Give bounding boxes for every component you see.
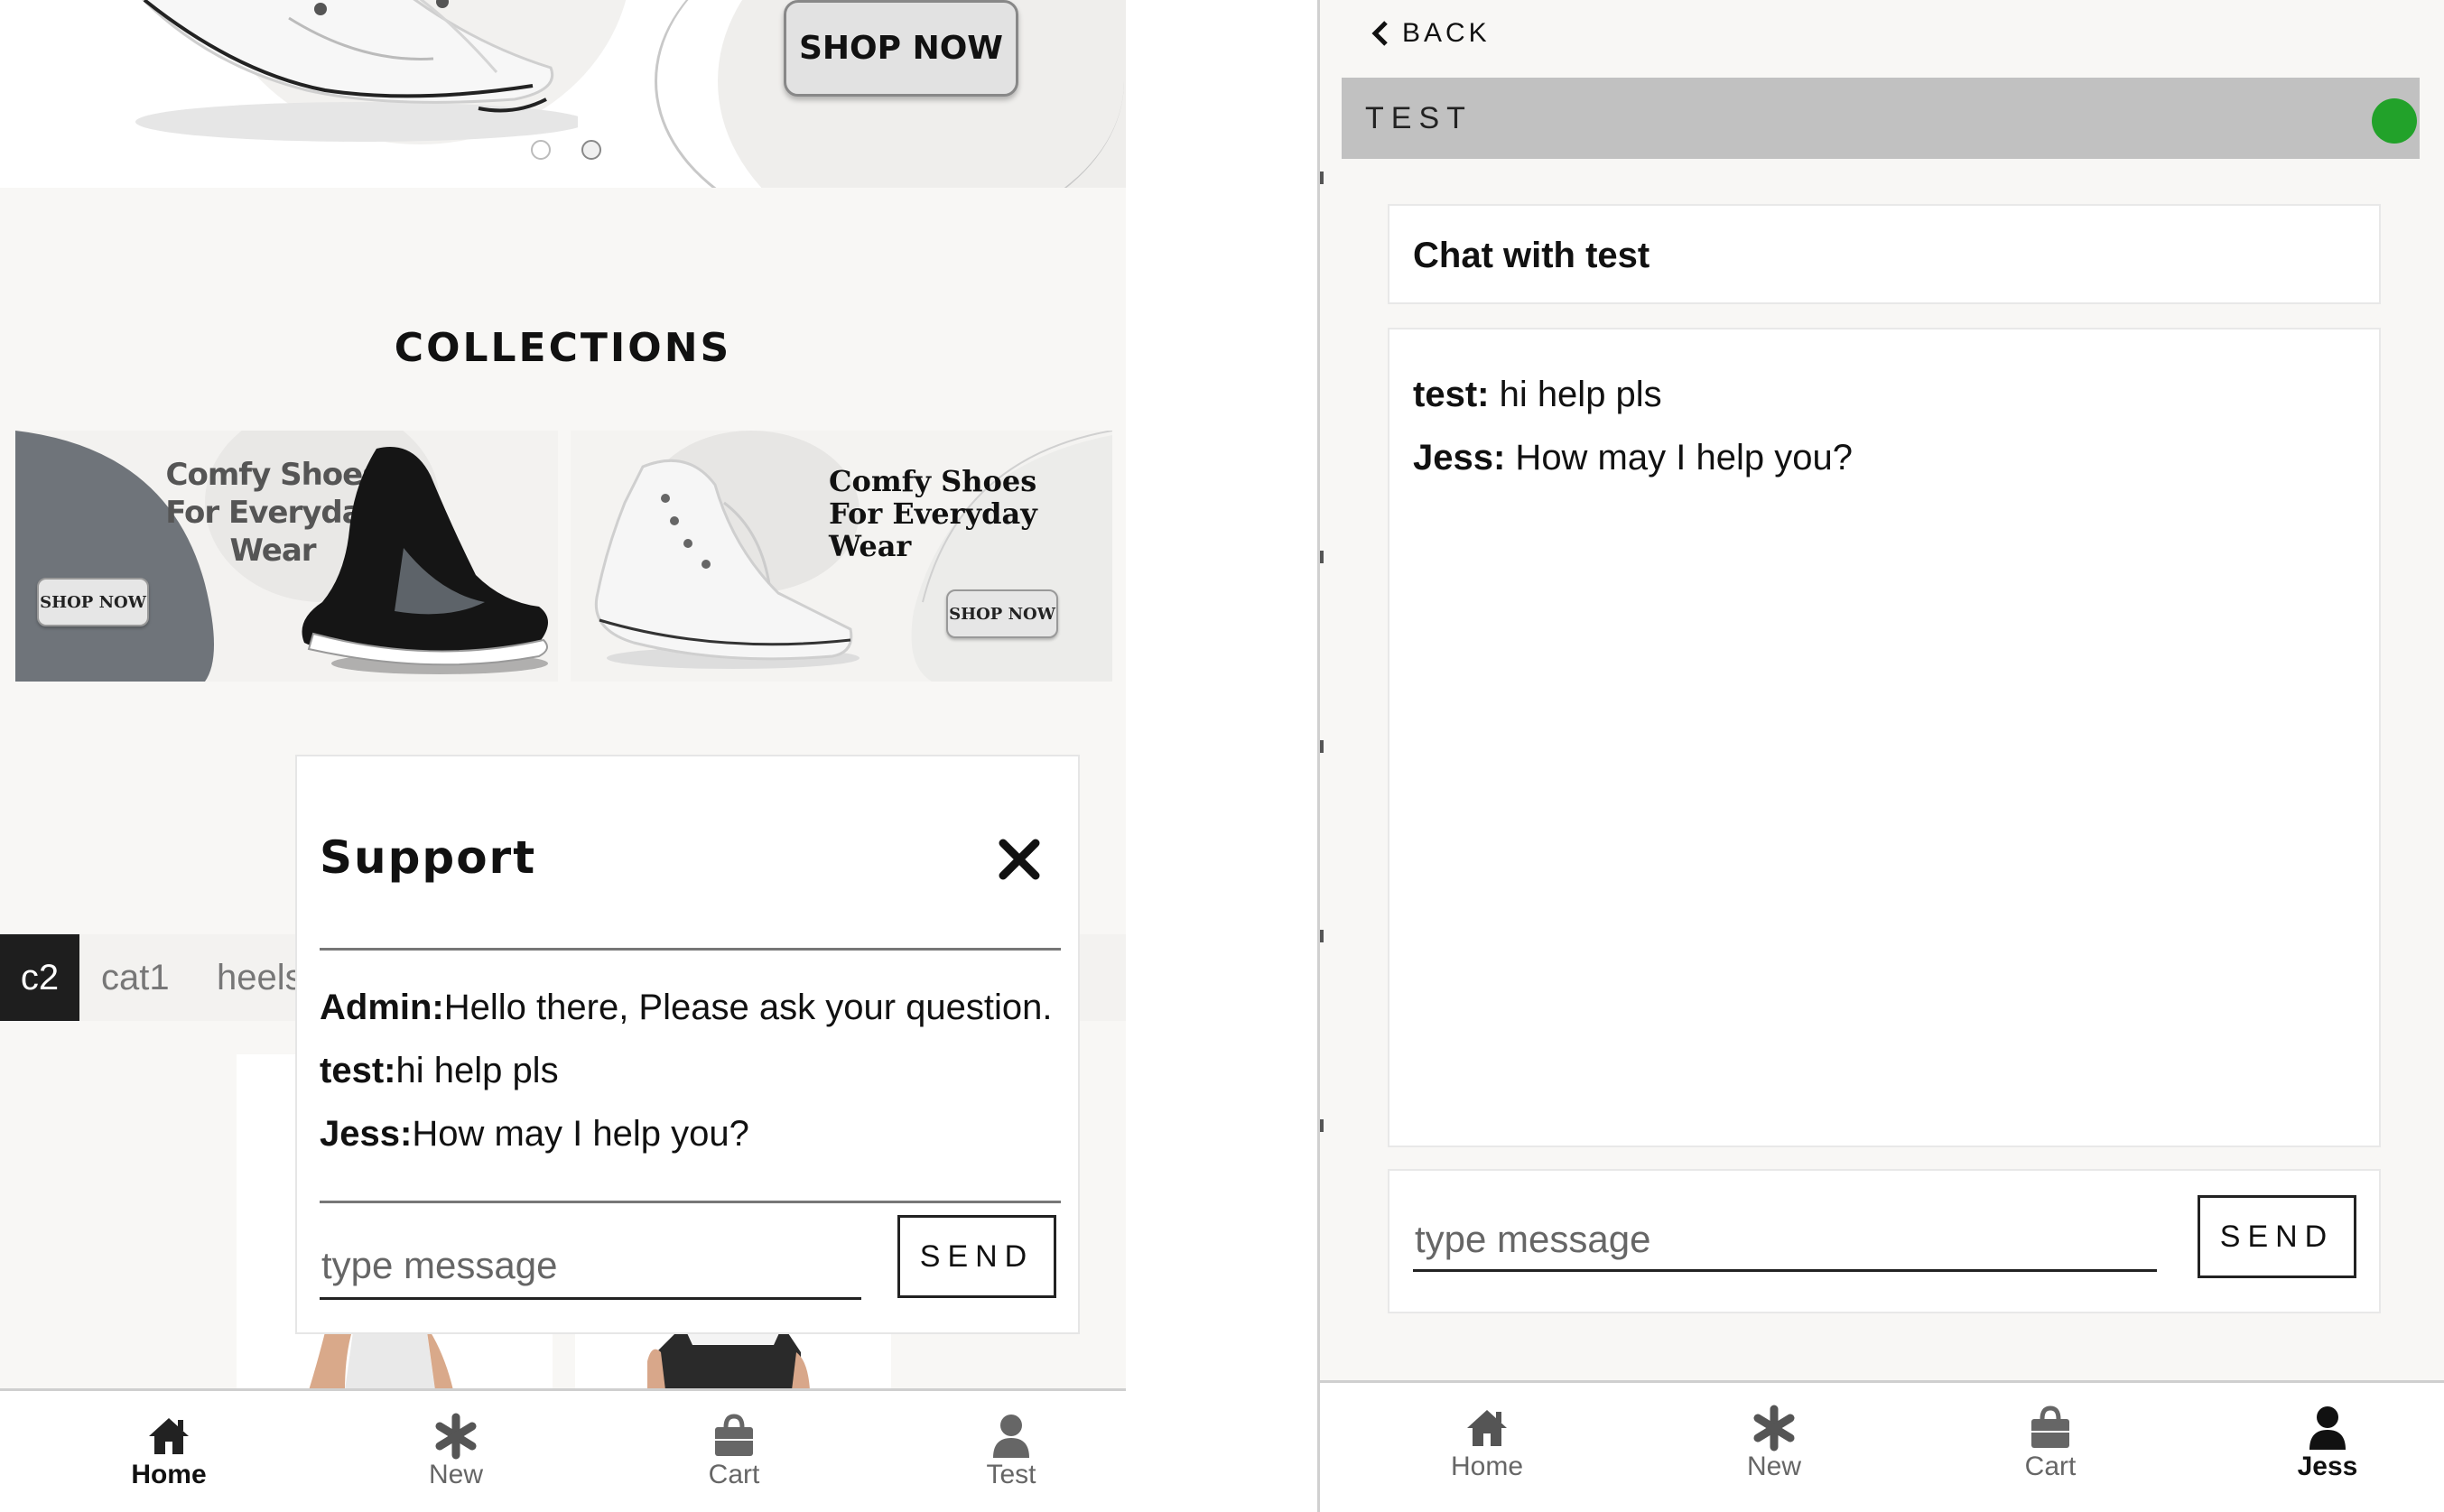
- app-root: SHOP NOW COLLECTIONS Comfy Shoes For Eve…: [0, 0, 2444, 1512]
- message-sender: test:: [320, 1051, 396, 1090]
- bottom-navigation: Home New Cart Jess: [1320, 1380, 2444, 1512]
- message-text: hi help pls: [1489, 375, 1662, 414]
- category-tab-c2[interactable]: c2: [0, 934, 79, 1021]
- banner-tagline-line: For Everyday: [829, 496, 1037, 531]
- support-message-input[interactable]: [320, 1233, 861, 1300]
- shop-home-panel: SHOP NOW COLLECTIONS Comfy Shoes For Eve…: [0, 0, 1126, 1512]
- shopping-bag-icon: [2031, 1405, 2069, 1448]
- message-text: Hello there, Please ask your question.: [443, 988, 1053, 1027]
- nav-label: Cart: [2024, 1452, 2077, 1481]
- chat-header-title: TEST: [1365, 100, 1473, 135]
- support-chat-dialog: Support Admin:Hello there, Please ask yo…: [295, 755, 1080, 1334]
- chat-title-card: Chat with test: [1388, 204, 2381, 304]
- asterisk-icon: [1753, 1405, 1795, 1452]
- category-tab-cat1[interactable]: cat1: [101, 934, 170, 1021]
- nav-new[interactable]: New: [1702, 1405, 1846, 1482]
- carousel-dot-active[interactable]: [581, 140, 601, 160]
- support-message: test:hi help pls: [320, 1051, 559, 1091]
- user-icon: [2309, 1406, 2346, 1450]
- home-icon: [149, 1418, 189, 1454]
- banner-2-shop-now-button[interactable]: SHOP NOW: [946, 589, 1058, 638]
- divider: [320, 1201, 1061, 1203]
- chat-message-input[interactable]: [1413, 1209, 2157, 1272]
- white-high-top-sneaker-image: [594, 459, 860, 669]
- chat-send-button[interactable]: SEND: [2198, 1195, 2356, 1278]
- banner-tagline-line: Comfy Shoes: [829, 464, 1037, 498]
- nav-label: New: [428, 1460, 483, 1489]
- nav-profile[interactable]: Test: [939, 1413, 1083, 1490]
- collections-heading: COLLECTIONS: [394, 325, 732, 371]
- banner-tagline-line: Wear: [829, 529, 912, 563]
- carousel-dot[interactable]: [531, 140, 551, 160]
- nav-profile[interactable]: Jess: [2255, 1405, 2400, 1482]
- collection-banner-2[interactable]: Comfy Shoes For Everyday Wear SHOP NOW: [571, 431, 1112, 682]
- nav-label: Home: [131, 1460, 207, 1489]
- chat-composer: SEND: [1388, 1169, 2381, 1313]
- nav-label: Jess: [2297, 1452, 2358, 1481]
- online-status-indicator: [2372, 98, 2417, 144]
- scroll-marker: [1320, 740, 1324, 753]
- hero-shop-now-button[interactable]: SHOP NOW: [784, 0, 1018, 97]
- chat-title: Chat with test: [1413, 236, 1650, 275]
- product-model-image: [647, 1325, 810, 1390]
- banner-2-tagline: Comfy Shoes For Everyday Wear: [829, 465, 1037, 562]
- nav-home[interactable]: Home: [1415, 1405, 1559, 1482]
- nav-label: Test: [986, 1460, 1036, 1489]
- support-dialog-title: Support: [320, 831, 537, 884]
- scroll-marker: [1320, 172, 1324, 184]
- shopping-bag-icon: [715, 1414, 753, 1456]
- nav-cart[interactable]: Cart: [1978, 1405, 2123, 1482]
- message-text: hi help pls: [395, 1051, 559, 1090]
- hero-banner: SHOP NOW: [0, 0, 1126, 188]
- message-sender: Jess:: [320, 1114, 413, 1154]
- nav-label: Home: [1450, 1452, 1524, 1481]
- back-label: BACK: [1402, 18, 1491, 48]
- admin-chat-panel: BACK TEST Chat with test test: hi help p…: [1320, 0, 2444, 1512]
- back-button[interactable]: BACK: [1370, 13, 1491, 54]
- bottom-navigation: Home New Cart Test: [0, 1388, 1126, 1512]
- divider: [320, 948, 1061, 951]
- nav-home[interactable]: Home: [97, 1413, 241, 1490]
- chat-messages-area[interactable]: test: hi help pls Jess: How may I help y…: [1388, 328, 2381, 1147]
- category-tab-heels[interactable]: heels: [217, 934, 303, 1021]
- message-sender: Jess:: [1413, 438, 1506, 478]
- scroll-marker: [1320, 930, 1324, 942]
- message-sender: test:: [1413, 375, 1490, 414]
- nav-cart[interactable]: Cart: [662, 1413, 806, 1490]
- support-message: Admin:Hello there, Please ask your quest…: [320, 988, 1052, 1028]
- black-sneaker-image: [302, 447, 548, 674]
- home-icon: [1467, 1410, 1507, 1446]
- chat-header-bar: TEST: [1342, 78, 2420, 159]
- chat-message: test: hi help pls: [1413, 375, 1662, 415]
- hero-sneaker-image: [135, 0, 578, 142]
- chevron-left-icon: [1371, 21, 1388, 46]
- close-icon[interactable]: [996, 836, 1043, 883]
- nav-new[interactable]: New: [384, 1413, 528, 1490]
- scroll-marker: [1320, 1119, 1324, 1132]
- asterisk-icon: [435, 1413, 477, 1460]
- message-text: How may I help you?: [1505, 438, 1853, 478]
- collection-banner-1[interactable]: Comfy Shoes For Everyday Wear SHOP NOW: [15, 431, 558, 682]
- chat-message: Jess: How may I help you?: [1413, 438, 1853, 478]
- message-text: How may I help you?: [412, 1114, 749, 1154]
- scroll-marker: [1320, 551, 1324, 563]
- banner-1-shop-now-button[interactable]: SHOP NOW: [37, 578, 149, 626]
- support-send-button[interactable]: SEND: [897, 1215, 1056, 1298]
- nav-label: Cart: [708, 1460, 760, 1489]
- product-model-image: [309, 1325, 453, 1390]
- nav-label: New: [1746, 1452, 1801, 1481]
- support-message: Jess:How may I help you?: [320, 1114, 749, 1155]
- message-sender: Admin:: [320, 988, 444, 1027]
- user-icon: [993, 1415, 1029, 1458]
